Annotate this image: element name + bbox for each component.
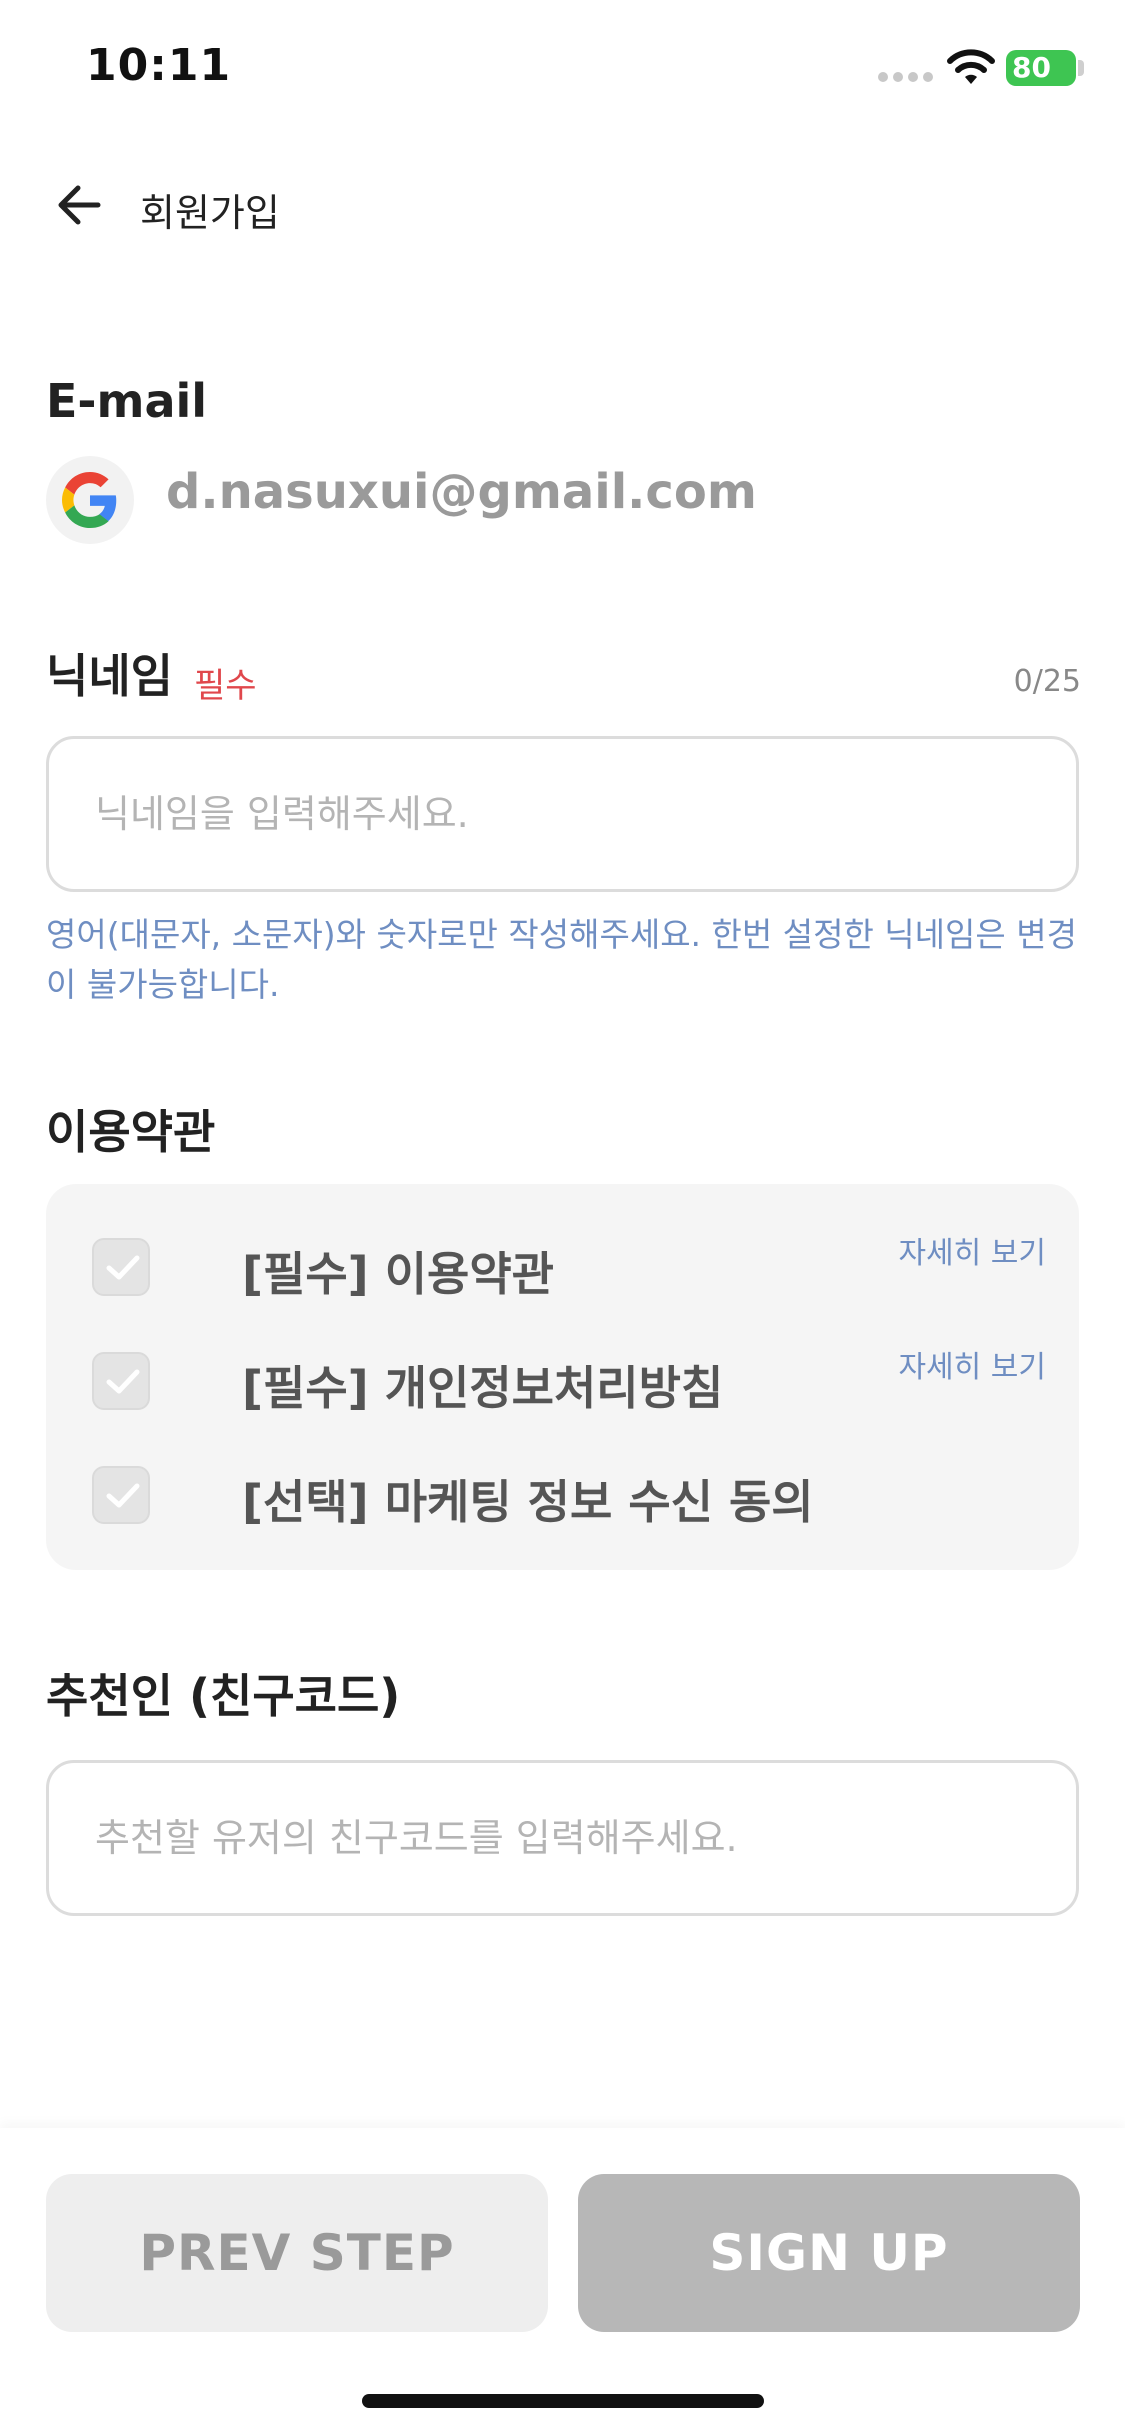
status-time: 10:11 — [86, 40, 232, 91]
page-title: 회원가입 — [140, 191, 280, 235]
email-value: d.nasuxui@gmail.com — [166, 464, 757, 520]
back-arrow-icon[interactable] — [56, 184, 102, 226]
signup-screen: 10:11 80 회원가입 E-mail d.nasuxui@gmail.com… — [0, 0, 1125, 2436]
email-row: d.nasuxui@gmail.com — [46, 456, 1046, 546]
terms-item-privacy[interactable]: [필수] 개인정보처리방침 자세히 보기 — [92, 1342, 1046, 1422]
status-bar: 10:11 80 — [0, 0, 1125, 140]
google-icon — [46, 456, 134, 544]
home-indicator — [362, 2394, 764, 2408]
required-badge: 필수 — [194, 666, 257, 706]
nickname-input[interactable] — [46, 736, 1079, 892]
terms-item-label: [필수] 개인정보처리방침 — [242, 1361, 724, 1415]
terms-item-service[interactable]: [필수] 이용약관 자세히 보기 — [92, 1228, 1046, 1308]
terms-label: 이용약관 — [46, 1105, 216, 1159]
referral-code-input[interactable] — [46, 1760, 1079, 1916]
terms-item-label: [선택] 마케팅 정보 수신 동의 — [242, 1475, 814, 1529]
checkbox[interactable] — [92, 1238, 150, 1296]
view-details-link[interactable]: 자세히 보기 — [898, 1228, 1046, 1272]
view-details-link[interactable]: 자세히 보기 — [898, 1342, 1046, 1386]
cellular-signal-icon — [878, 72, 934, 84]
terms-box: [필수] 이용약관 자세히 보기 [필수] 개인정보처리방침 자세히 보기 [선… — [46, 1184, 1079, 1570]
battery-tip — [1078, 60, 1084, 76]
sign-up-button[interactable]: SIGN UP — [578, 2174, 1080, 2332]
bottom-action-bar: PREV STEP SIGN UP — [0, 2128, 1125, 2436]
nickname-char-count: 0/25 — [1013, 664, 1081, 699]
nickname-hint: 영어(대문자, 소문자)와 숫자로만 작성해주세요. 한번 설정한 닉네임은 변… — [46, 915, 1077, 1004]
terms-item-label: [필수] 이용약관 — [242, 1247, 554, 1301]
prev-step-button[interactable]: PREV STEP — [46, 2174, 548, 2332]
referral-label: 추천인 (친구코드) — [46, 1669, 401, 1723]
battery-icon: 80 — [1006, 50, 1076, 86]
app-header: 회원가입 — [0, 160, 1125, 250]
nickname-label: 닉네임 — [46, 649, 173, 703]
email-label: E-mail — [46, 374, 208, 428]
checkbox[interactable] — [92, 1466, 150, 1524]
checkbox[interactable] — [92, 1352, 150, 1410]
terms-item-marketing[interactable]: [선택] 마케팅 정보 수신 동의 — [92, 1456, 1042, 1536]
nickname-label-row: 닉네임 필수 0/25 — [46, 640, 1081, 710]
wifi-icon — [947, 49, 995, 84]
